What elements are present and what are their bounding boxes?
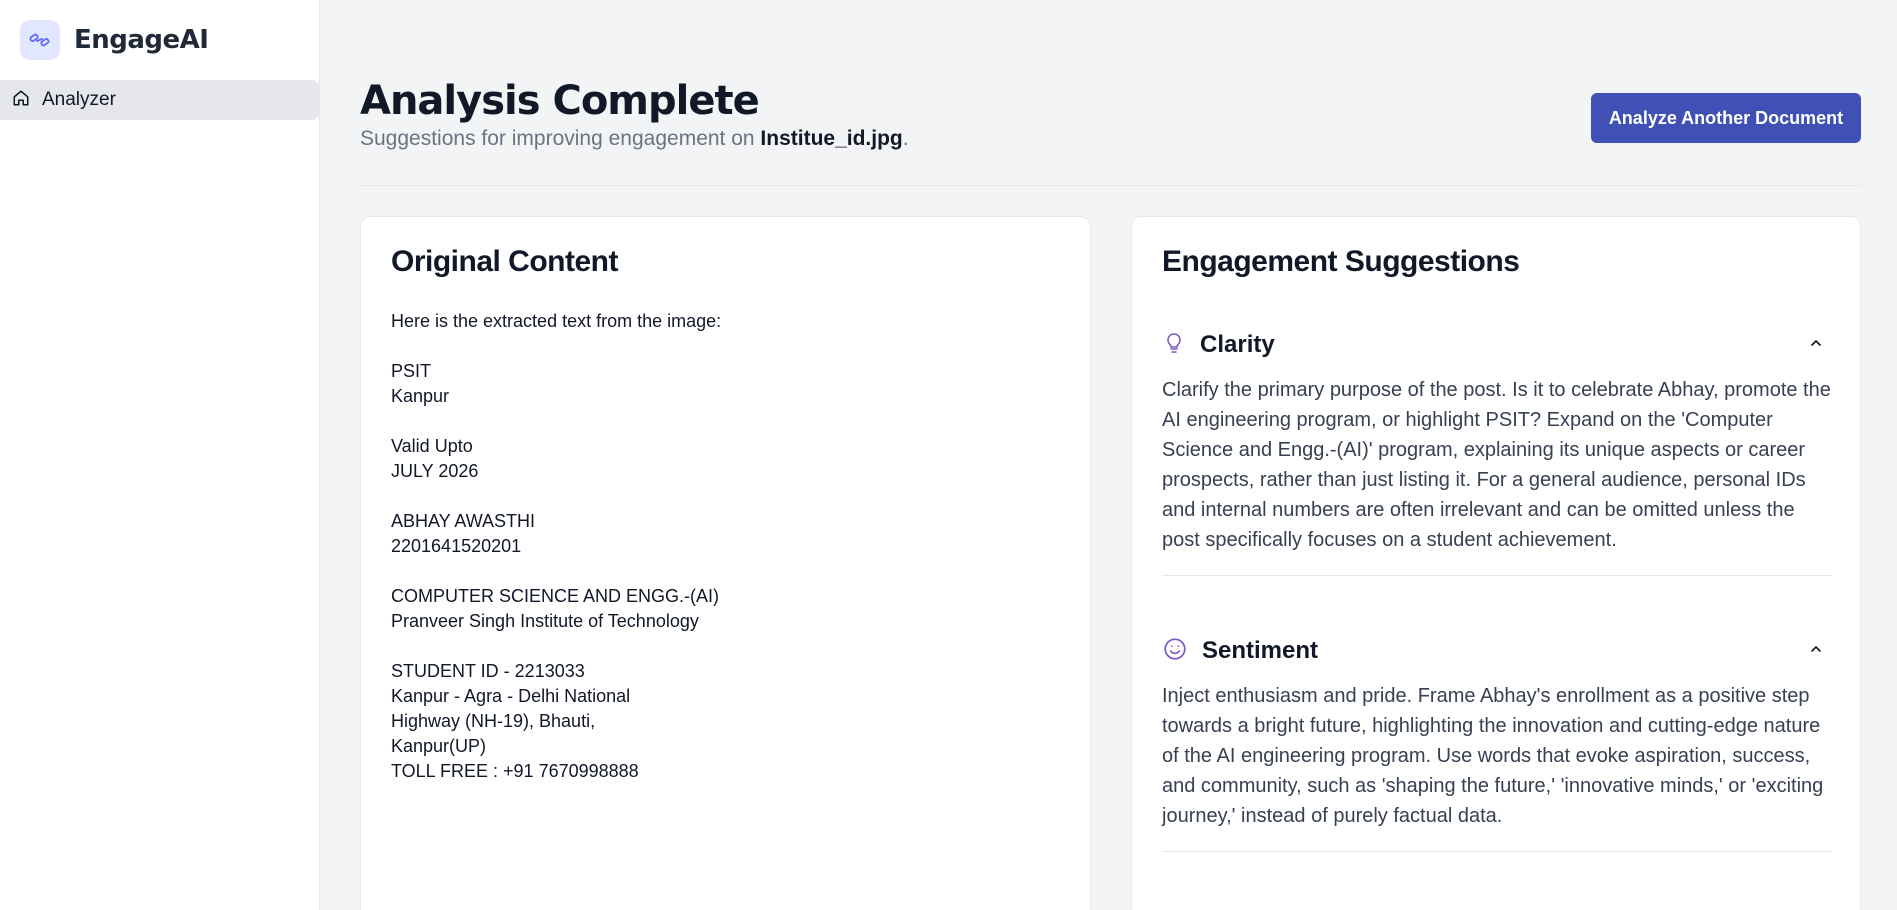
subtitle-text: Suggestions for improving engagement on <box>360 127 761 150</box>
suggestion-body: Inject enthusiasm and pride. Frame Abhay… <box>1162 685 1824 827</box>
filename: Institue_id.jpg <box>760 127 903 150</box>
sidebar: EngageAI Analyzer <box>0 0 320 910</box>
extracted-intro: Here is the extracted text from the imag… <box>391 311 722 331</box>
sidebar-item-analyzer[interactable]: Analyzer <box>0 80 320 120</box>
brand[interactable]: EngageAI <box>20 20 209 60</box>
chevron-up-icon[interactable] <box>1808 641 1824 662</box>
suggestion-title: Sentiment <box>1202 637 1319 664</box>
divider <box>1162 575 1832 576</box>
suggestion-body: Clarify the primary purpose of the post.… <box>1162 379 1831 551</box>
divider <box>1162 851 1832 852</box>
suggestion-header[interactable]: Sentiment <box>1162 631 1832 671</box>
page-subtitle: Suggestions for improving engagement on … <box>360 127 909 151</box>
lightbulb-icon <box>1162 330 1186 361</box>
sidebar-item-label: Analyzer <box>42 89 116 110</box>
extracted-block: STUDENT ID - 2213033 Kanpur - Agra - Del… <box>391 661 639 781</box>
home-icon <box>12 89 30 112</box>
engagement-suggestions-card: Engagement Suggestions Clarity Clarify t… <box>1131 216 1861 910</box>
analyze-another-button[interactable]: Analyze Another Document <box>1591 93 1861 143</box>
suggestion-clarity: Clarity Clarify the primary purpose of t… <box>1162 325 1832 576</box>
logo-icon <box>20 20 60 60</box>
subtitle-suffix: . <box>902 127 909 150</box>
card-title: Original Content <box>391 245 619 278</box>
card-title: Engagement Suggestions <box>1162 245 1520 278</box>
extracted-text: Here is the extracted text from the imag… <box>391 309 721 809</box>
chevron-up-icon[interactable] <box>1808 335 1824 356</box>
suggestion-sentiment: Sentiment Inject enthusiasm and pride. F… <box>1162 631 1832 852</box>
extracted-block: PSIT Kanpur <box>391 361 450 406</box>
suggestion-header[interactable]: Clarity <box>1162 325 1832 365</box>
smile-icon <box>1162 636 1188 667</box>
original-content-card: Original Content Here is the extracted t… <box>360 216 1091 910</box>
app-name: EngageAI <box>74 25 209 55</box>
page-title: Analysis Complete <box>360 78 760 124</box>
extracted-block: Valid Upto JULY 2026 <box>391 436 479 481</box>
divider <box>360 185 1861 186</box>
extracted-block: COMPUTER SCIENCE AND ENGG.-(AI) Pranveer… <box>391 586 720 631</box>
extracted-block: ABHAY AWASTHI 2201641520201 <box>391 511 536 556</box>
suggestion-title: Clarity <box>1200 331 1275 358</box>
main-content: Analysis Complete Suggestions for improv… <box>360 0 1861 910</box>
